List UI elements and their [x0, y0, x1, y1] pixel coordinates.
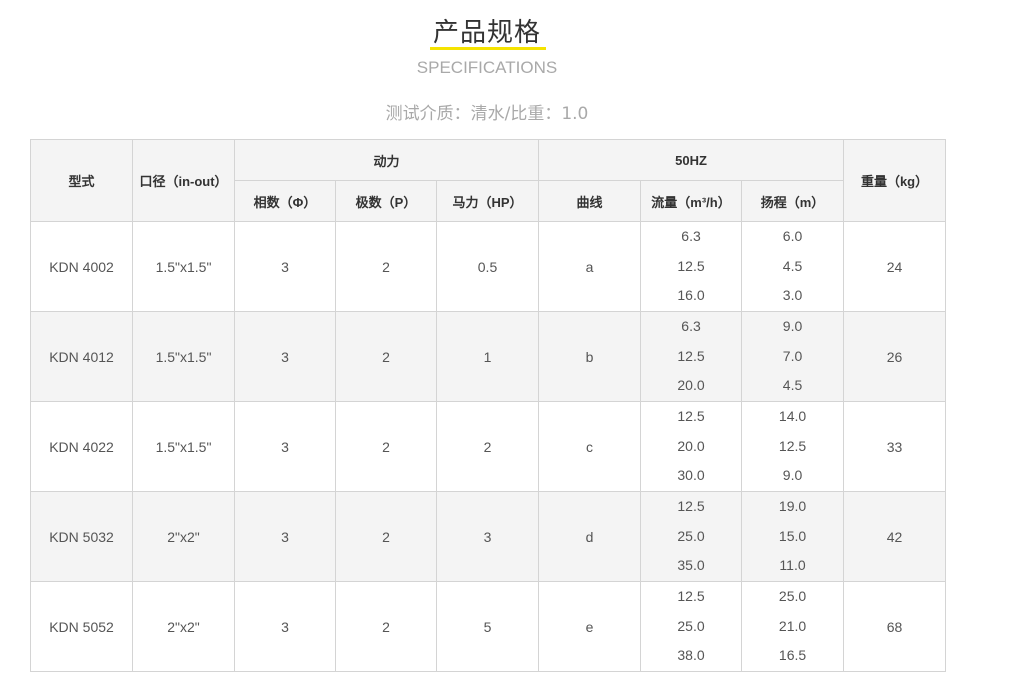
head-value: 25.0 — [778, 588, 807, 604]
page-title: 产品规格 — [432, 18, 541, 48]
head-value: 6.0 — [782, 228, 803, 244]
cell-phase: 3 — [234, 581, 336, 672]
cell-weight: 33 — [843, 401, 947, 492]
cell-model: KDN 5032 — [30, 491, 133, 582]
cell-port: 1.5"x1.5" — [132, 221, 235, 312]
flow-value: 6.3 — [681, 318, 701, 334]
head-value: 15.0 — [778, 527, 807, 544]
header-flow: 流量（m³/h） — [640, 180, 743, 222]
page-subtitle: SPECIFICATIONS — [416, 58, 558, 77]
head-value: 3.0 — [782, 287, 803, 304]
flow-value: 38.0 — [677, 647, 705, 664]
cell-horsepower: 0.5 — [435, 221, 540, 312]
head-value: 4.5 — [782, 257, 803, 274]
cell-horsepower: 1 — [435, 311, 540, 402]
cell-model: KDN 4022 — [30, 401, 133, 492]
specifications-table: 型式 口径（in-out） 动力 50HZ 重量（kg） 相数（Φ） 极数（P）… — [30, 139, 947, 672]
cell-flow: 12.5 25.0 38.0 — [640, 581, 743, 672]
cell-phase: 3 — [234, 221, 336, 312]
flow-value: 35.0 — [677, 557, 705, 574]
flow-value: 16.0 — [677, 287, 705, 304]
cell-horsepower: 2 — [435, 401, 540, 492]
cell-port: 2"x2" — [132, 581, 235, 672]
head-value: 7.0 — [782, 347, 803, 364]
flow-value: 25.0 — [677, 527, 705, 544]
header-poles: 极数（P） — [335, 180, 437, 222]
cell-model: KDN 4002 — [30, 221, 133, 312]
head-value: 14.0 — [778, 408, 807, 424]
title-underline — [430, 47, 546, 50]
cell-curve: a — [538, 221, 642, 312]
cell-horsepower: 3 — [435, 491, 540, 582]
cell-model: KDN 5052 — [30, 581, 133, 672]
cell-curve: d — [538, 491, 642, 582]
flow-value: 6.3 — [681, 228, 701, 244]
flow-value: 12.5 — [677, 408, 705, 424]
cell-head: 19.0 15.0 11.0 — [741, 491, 845, 582]
cell-port: 1.5"x1.5" — [132, 401, 235, 492]
cell-flow: 6.3 12.5 20.0 — [640, 311, 743, 402]
cell-flow: 6.3 12.5 16.0 — [640, 221, 743, 312]
cell-flow: 12.5 25.0 35.0 — [640, 491, 743, 582]
flow-value: 12.5 — [677, 347, 705, 364]
flow-value: 20.0 — [677, 377, 705, 394]
cell-port: 2"x2" — [132, 491, 235, 582]
cell-phase: 3 — [234, 401, 336, 492]
cell-curve: c — [538, 401, 642, 492]
head-value: 19.0 — [778, 498, 807, 514]
table-row: KDN 5052 2"x2" 3 2 5 e 12.5 25.0 38.0 25… — [30, 581, 947, 672]
cell-phase: 3 — [234, 491, 336, 582]
flow-value: 12.5 — [677, 588, 705, 604]
flow-value: 12.5 — [677, 498, 705, 514]
flow-value: 20.0 — [677, 437, 705, 454]
cell-poles: 2 — [335, 401, 437, 492]
head-value: 12.5 — [778, 437, 807, 454]
cell-poles: 2 — [335, 221, 437, 312]
header-head: 扬程（m） — [741, 180, 845, 222]
cell-curve: b — [538, 311, 642, 402]
cell-port: 1.5"x1.5" — [132, 311, 235, 402]
flow-value: 25.0 — [677, 617, 705, 634]
table-row: KDN 4012 1.5"x1.5" 3 2 1 b 6.3 12.5 20.0… — [30, 311, 947, 402]
table-row: KDN 4002 1.5"x1.5" 3 2 0.5 a 6.3 12.5 16… — [30, 221, 947, 312]
cell-head: 25.0 21.0 16.5 — [741, 581, 845, 672]
cell-head: 14.0 12.5 9.0 — [741, 401, 845, 492]
header-frequency: 50HZ — [538, 139, 845, 181]
cell-flow: 12.5 20.0 30.0 — [640, 401, 743, 492]
cell-weight: 68 — [843, 581, 947, 672]
header-horsepower: 马力（HP） — [435, 180, 540, 222]
head-value: 21.0 — [778, 617, 807, 634]
cell-poles: 2 — [335, 491, 437, 582]
header-model: 型式 — [30, 139, 133, 222]
cell-weight: 26 — [843, 311, 947, 402]
header-curve: 曲线 — [538, 180, 642, 222]
cell-phase: 3 — [234, 311, 336, 402]
cell-weight: 42 — [843, 491, 947, 582]
header-power: 动力 — [233, 139, 540, 181]
header-phase: 相数（Φ） — [234, 180, 336, 222]
table-row: KDN 4022 1.5"x1.5" 3 2 2 c 12.5 20.0 30.… — [30, 401, 947, 492]
cell-weight: 24 — [843, 221, 947, 312]
header-port: 口径（in-out） — [132, 139, 235, 222]
cell-head: 6.0 4.5 3.0 — [741, 221, 845, 312]
cell-model: KDN 4012 — [30, 311, 133, 402]
cell-horsepower: 5 — [435, 581, 540, 672]
head-value: 9.0 — [782, 318, 803, 334]
head-value: 4.5 — [782, 377, 803, 394]
cell-curve: e — [538, 581, 642, 672]
header-weight: 重量（kg） — [843, 139, 947, 222]
flow-value: 12.5 — [677, 257, 705, 274]
test-medium-note: 测试介质：清水/比重：1.0 — [385, 104, 589, 124]
head-value: 16.5 — [778, 647, 807, 664]
table-row: KDN 5032 2"x2" 3 2 3 d 12.5 25.0 35.0 19… — [30, 491, 947, 582]
cell-poles: 2 — [335, 311, 437, 402]
head-value: 11.0 — [779, 557, 806, 574]
head-value: 9.0 — [782, 467, 803, 484]
cell-poles: 2 — [335, 581, 437, 672]
cell-head: 9.0 7.0 4.5 — [741, 311, 845, 402]
flow-value: 30.0 — [677, 467, 705, 484]
